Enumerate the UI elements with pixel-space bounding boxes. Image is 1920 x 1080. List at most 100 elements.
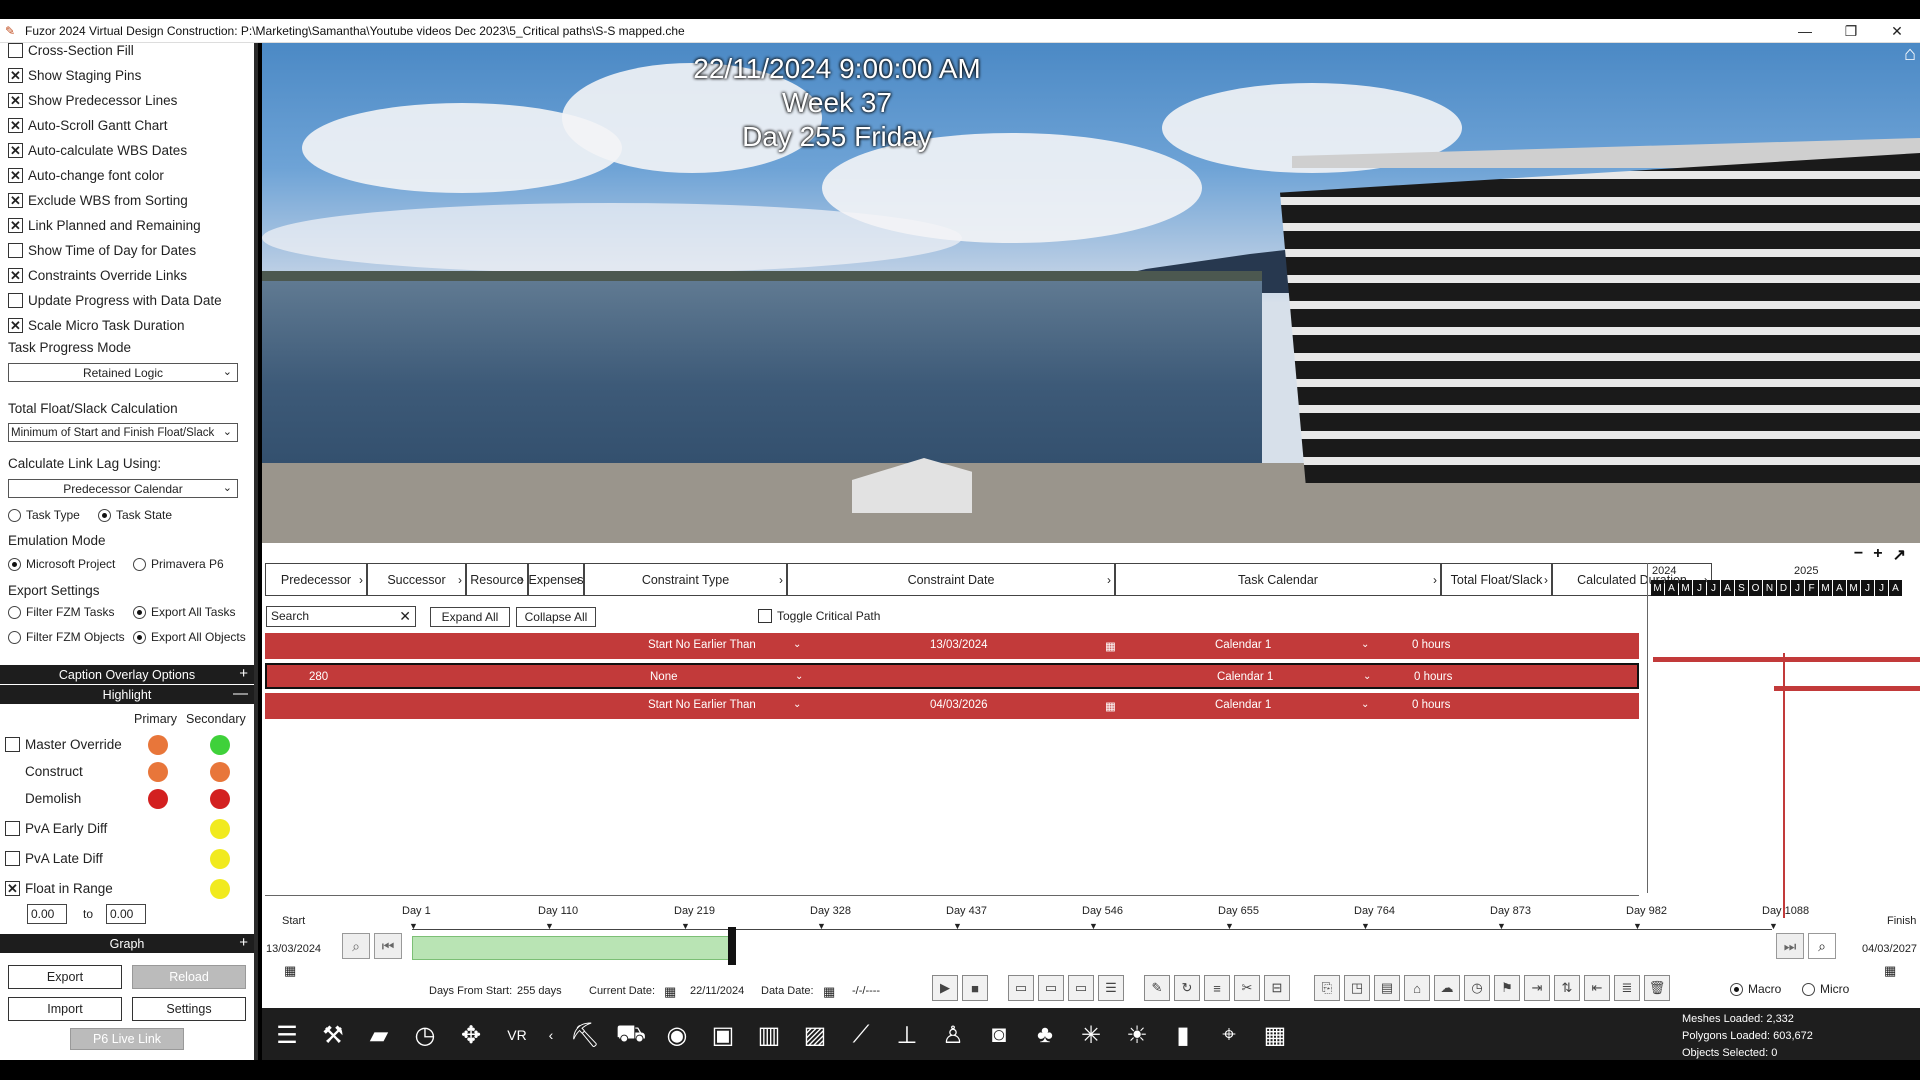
secondary-palette-icon[interactable] xyxy=(210,819,230,839)
gantt-chart[interactable]: 2024 2025 MAMJJASONDJFMAMJJA xyxy=(1647,563,1920,918)
setting-checkbox[interactable]: ✕ xyxy=(8,143,23,158)
master-override-checkbox[interactable] xyxy=(5,737,20,752)
expand-plus-icon[interactable]: + xyxy=(239,934,248,951)
map-pin-icon[interactable]: ⌖ xyxy=(1212,1018,1246,1052)
clear-search-icon[interactable]: ✕ xyxy=(399,608,411,625)
setting-checkbox[interactable]: ✕ xyxy=(8,93,23,108)
task-list-icon[interactable]: ☰ xyxy=(1098,975,1124,1001)
camera-icon[interactable]: ◙ xyxy=(982,1018,1016,1052)
radio-filter-fzm-tasks[interactable]: Filter FZM Tasks xyxy=(8,605,114,619)
collapse-minus-icon[interactable]: — xyxy=(233,685,248,702)
constraint-type-cell[interactable]: Start No Earlier Than xyxy=(648,699,756,711)
measure-icon[interactable]: ⟋ xyxy=(844,1018,878,1052)
folder-icon[interactable]: ▰ xyxy=(362,1018,396,1052)
radio-export-all-tasks[interactable]: Export All Tasks xyxy=(133,605,235,619)
chevron-down-icon[interactable]: ⌄ xyxy=(1361,639,1369,650)
add-task-icon[interactable]: ▭ xyxy=(1008,975,1034,1001)
skip-to-start-icon[interactable]: ⏮ xyxy=(374,933,402,959)
setting-checkbox[interactable]: ✕ xyxy=(8,318,23,333)
constraint-date-cell[interactable]: 04/03/2026 xyxy=(930,699,988,711)
graph-section-header[interactable]: Graph + xyxy=(0,934,254,953)
vr-icon[interactable]: VR xyxy=(500,1018,534,1052)
float-in-range-row[interactable]: ✕ Float in Range xyxy=(5,881,113,896)
predecessor-cell[interactable]: 280 xyxy=(309,671,328,683)
chevron-down-icon[interactable]: ⌄ xyxy=(1361,699,1369,710)
link-lag-select[interactable]: Predecessor Calendar ⌄ xyxy=(8,479,238,498)
image-icon[interactable]: ▨ xyxy=(798,1018,832,1052)
highlight-section-header[interactable]: Highlight — xyxy=(0,685,254,704)
toggle-critical-path-checkbox[interactable] xyxy=(758,609,772,623)
float-range-from-input[interactable]: 0.00 xyxy=(27,904,67,924)
network-icon[interactable]: ✳ xyxy=(1074,1018,1108,1052)
column-header[interactable]: Successor › xyxy=(367,563,466,596)
column-header[interactable]: Constraint Date › xyxy=(787,563,1115,596)
move-icon[interactable]: ✥ xyxy=(454,1018,488,1052)
setting-checkbox-row[interactable]: Show Time of Day for Dates xyxy=(8,243,196,258)
float-range-to-input[interactable]: 0.00 xyxy=(106,904,146,924)
indent-icon[interactable]: ⇥ xyxy=(1524,975,1550,1001)
construction-icon[interactable]: ⛏ xyxy=(568,1018,602,1052)
zoom-out-timeline-icon[interactable]: ⌕ xyxy=(342,933,370,959)
radio-export-all-objects[interactable]: Export All Objects xyxy=(133,630,246,644)
setting-checkbox[interactable] xyxy=(8,293,23,308)
list-icon[interactable]: ≡ xyxy=(1204,975,1230,1001)
task-calendar-cell[interactable]: Calendar 1 xyxy=(1217,671,1273,683)
clock-icon[interactable]: ◷ xyxy=(1464,975,1490,1001)
table-row[interactable]: 280 None ⌄ Calendar 1 ⌄ 0 hours xyxy=(265,663,1639,689)
secondary-palette-icon[interactable] xyxy=(210,735,230,755)
setting-checkbox-row[interactable]: ✕ Scale Micro Task Duration xyxy=(8,318,185,333)
zoom-in-icon[interactable]: + xyxy=(1873,545,1882,565)
table-row[interactable]: Start No Earlier Than ⌄ 04/03/2026 ▦ Calenda… xyxy=(265,693,1639,719)
search-input[interactable]: Search ✕ xyxy=(266,606,416,627)
skip-to-end-icon[interactable]: ⏭ xyxy=(1776,933,1804,959)
align-icon[interactable]: ≣ xyxy=(1614,975,1640,1001)
chevron-down-icon[interactable]: ⌄ xyxy=(793,639,801,650)
radio-filter-fzm-objects[interactable]: Filter FZM Objects xyxy=(8,630,125,644)
radio-task-type[interactable]: Task Type xyxy=(8,508,80,522)
secondary-palette-icon[interactable] xyxy=(210,879,230,899)
setting-checkbox-row[interactable]: ✕ Auto-change font color xyxy=(8,168,164,183)
current-date-value[interactable]: 22/11/2024 xyxy=(690,985,744,997)
constraint-type-cell[interactable]: None xyxy=(650,671,678,683)
pva-late-diff-row[interactable]: PvA Late Diff xyxy=(5,851,103,866)
split-icon[interactable]: ⊟ xyxy=(1264,975,1290,1001)
primary-palette-icon[interactable] xyxy=(148,735,168,755)
eye-icon[interactable]: ◉ xyxy=(660,1018,694,1052)
setting-checkbox-row[interactable]: ✕ Show Staging Pins xyxy=(8,68,141,83)
paint-icon[interactable]: ✎ xyxy=(1144,975,1170,1001)
calendar-icon[interactable]: ▦ xyxy=(1105,639,1116,653)
outdent-icon[interactable]: ⇤ xyxy=(1584,975,1610,1001)
column-arrow-icon[interactable]: › xyxy=(520,573,524,587)
calendar-icon[interactable]: ▦ xyxy=(664,984,676,1000)
popout-icon[interactable]: ↗ xyxy=(1893,545,1906,565)
setting-checkbox-row[interactable]: Cross-Section Fill xyxy=(8,43,134,58)
setting-checkbox[interactable]: ✕ xyxy=(8,268,23,283)
constraint-date-cell[interactable]: 13/03/2024 xyxy=(930,639,988,651)
reload-button[interactable]: Reload xyxy=(132,965,246,989)
weather-icon[interactable]: ☁ xyxy=(1434,975,1460,1001)
gantt-bar[interactable] xyxy=(1653,657,1920,662)
total-float-cell[interactable]: 0 hours xyxy=(1414,671,1452,683)
data-date-value[interactable]: -/-/---- xyxy=(852,985,880,997)
pva-early-diff-checkbox[interactable] xyxy=(5,821,20,836)
vehicle-icon[interactable]: ⛟ xyxy=(614,1018,648,1052)
building-model[interactable] xyxy=(1280,153,1920,483)
task-calendar-cell[interactable]: Calendar 1 xyxy=(1215,639,1271,651)
master-override-row[interactable]: Master Override xyxy=(5,737,122,752)
chart-icon[interactable]: ▤ xyxy=(1374,975,1400,1001)
float-in-range-checkbox[interactable]: ✕ xyxy=(5,881,20,896)
film-icon[interactable]: ▦ xyxy=(1258,1018,1292,1052)
bim-icon[interactable]: ▥ xyxy=(752,1018,786,1052)
expand-all-button[interactable]: Expand All xyxy=(430,607,510,627)
trash-icon[interactable]: 🗑 xyxy=(1644,975,1670,1001)
secondary-palette-icon[interactable] xyxy=(210,762,230,782)
pva-late-diff-checkbox[interactable] xyxy=(5,851,20,866)
table-row[interactable]: Start No Earlier Than ⌄ 13/03/2024 ▦ Calenda… xyxy=(265,633,1639,659)
timeline-scrubber-handle[interactable] xyxy=(728,927,736,965)
light-icon[interactable]: ☀ xyxy=(1120,1018,1154,1052)
setting-checkbox[interactable] xyxy=(8,43,23,58)
column-header[interactable]: Constraint Type › xyxy=(584,563,787,596)
chevron-down-icon[interactable]: ⌄ xyxy=(795,671,803,682)
collapse-arrow-icon[interactable]: ‹ xyxy=(546,1018,556,1052)
setting-checkbox-row[interactable]: ✕ Auto-Scroll Gantt Chart xyxy=(8,118,168,133)
